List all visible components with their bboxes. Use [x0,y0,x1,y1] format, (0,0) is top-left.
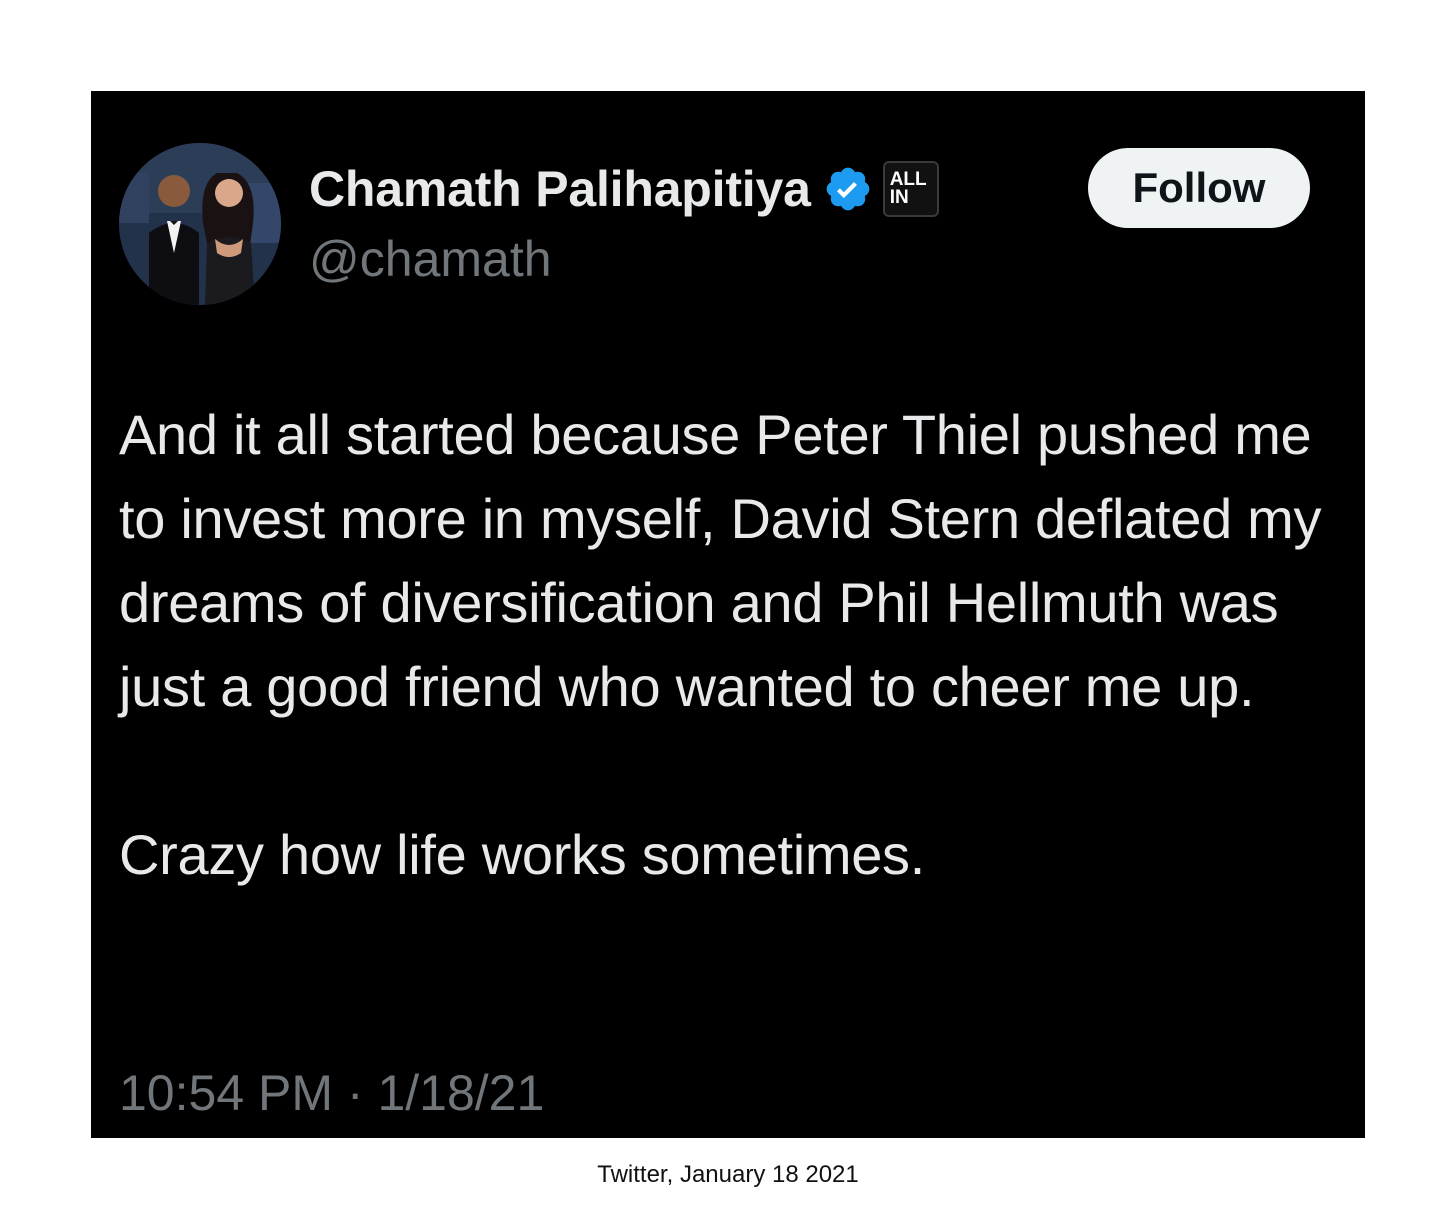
affiliate-badge[interactable]: ALL IN [882,161,939,217]
affiliate-badge-line-2: IN [889,187,909,208]
author-handle[interactable]: @chamath [309,229,552,289]
tweet-card: Chamath Palihapitiya ALL IN @chamath Fol… [91,91,1365,1138]
tweet-timestamp[interactable]: 10:54 PM · 1/18/21 [119,1063,544,1123]
author-name-row: Chamath Palihapitiya ALL IN [309,157,939,221]
tweet-paragraph: And it all started because Peter Thiel p… [119,403,1322,718]
tweet-paragraph: Crazy how life works sometimes. [119,823,926,886]
avatar-photo [119,143,281,305]
image-caption: Twitter, January 18 2021 [597,1161,859,1188]
tweet-body: And it all started because Peter Thiel p… [119,393,1329,897]
verified-checkmark-icon[interactable] [823,164,873,214]
avatar[interactable] [119,143,281,305]
follow-button[interactable]: Follow [1088,148,1310,228]
author-display-name[interactable]: Chamath Palihapitiya [309,160,811,218]
